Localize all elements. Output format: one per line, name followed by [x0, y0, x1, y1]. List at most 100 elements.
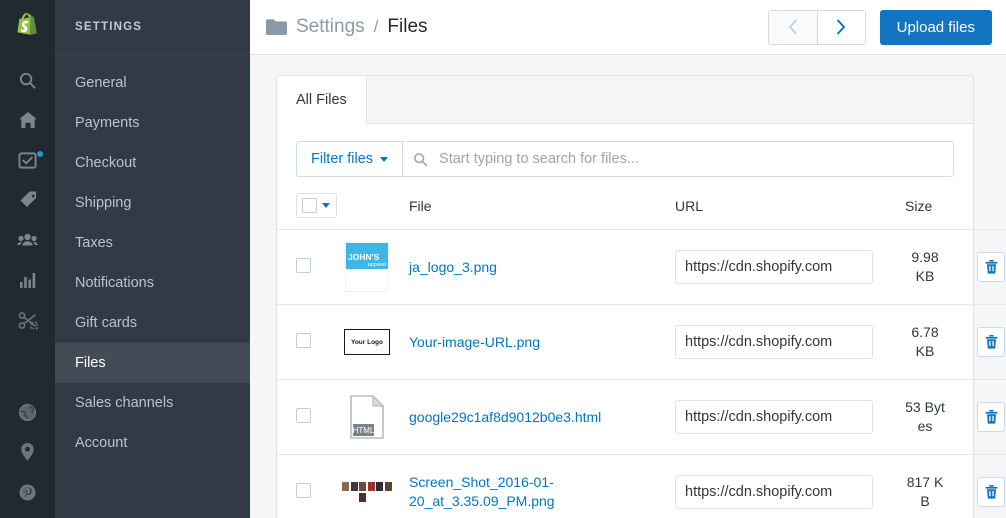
sidebar-item-notifications[interactable]: Notifications	[55, 263, 250, 303]
sidebar-item-label: General	[75, 75, 127, 91]
row-checkbox[interactable]	[296, 333, 311, 348]
row-select-cell	[277, 229, 341, 305]
table-row: Screen_Shot_2016-01-20_at_3.35.09_PM.png…	[277, 454, 1006, 518]
previous-page-button[interactable]	[768, 10, 817, 44]
customers-icon[interactable]	[0, 220, 55, 260]
chevron-down-icon[interactable]	[322, 203, 330, 208]
screenshot-preview-thumbnail	[341, 466, 393, 518]
sidebar-item-account[interactable]: Account	[55, 423, 250, 463]
file-link[interactable]: Your-image-URL.png	[409, 333, 540, 352]
upload-files-button[interactable]: Upload files	[879, 9, 992, 45]
sidebar-item-label: Shipping	[75, 195, 132, 211]
breadcrumb-parent[interactable]: Settings	[296, 16, 365, 38]
thumb-brand-text: Your Logo	[344, 329, 390, 355]
sidebar-title: SETTINGS	[55, 0, 250, 55]
rail-bottom-group	[0, 392, 55, 518]
row-url-cell	[675, 379, 905, 455]
row-thumbnail-cell: Your Logo	[341, 304, 409, 380]
row-filename-cell: google29c1af8d9012b0e3.html	[409, 379, 675, 455]
file-url-input[interactable]	[675, 400, 873, 434]
row-size-cell: 6.78 KB	[905, 304, 977, 380]
sidebar-item-label: Gift cards	[75, 315, 138, 331]
file-size: 53 Bytes	[905, 399, 945, 434]
table-row: HTML google29c1af8d9012b0e3.html https:/…	[277, 379, 1006, 455]
analytics-icon[interactable]	[0, 260, 55, 300]
trash-icon	[985, 410, 997, 424]
breadcrumb-separator: /	[373, 17, 379, 36]
online-store-globe-icon[interactable]	[0, 392, 55, 432]
sidebar-item-label: Taxes	[75, 235, 113, 251]
delete-file-button[interactable]	[977, 402, 1005, 432]
discounts-scissors-icon[interactable]	[0, 300, 55, 340]
delete-file-button[interactable]	[977, 252, 1005, 282]
sidebar-item-gift-cards[interactable]: Gift cards	[55, 303, 250, 343]
select-all-control[interactable]	[296, 193, 337, 218]
breadcrumb: Settings / Files	[266, 16, 428, 38]
trash-icon	[985, 335, 997, 349]
filter-files-label: Filter files	[311, 151, 374, 167]
search-icon	[413, 152, 428, 167]
size-column-header: Size	[905, 177, 977, 230]
filter-row: Filter files	[277, 124, 973, 177]
orders-notification-dot	[37, 151, 43, 157]
row-select-cell	[277, 454, 341, 518]
search-box[interactable]	[402, 141, 954, 177]
filter-files-button[interactable]: Filter files	[296, 141, 403, 177]
row-checkbox[interactable]	[296, 258, 311, 273]
file-size: 817 KB	[906, 474, 944, 509]
html-file-icon: HTML	[350, 395, 384, 439]
chevron-down-icon	[380, 156, 389, 162]
main-content: Settings / Files Upload files All Files …	[250, 0, 1006, 518]
file-url-input[interactable]	[675, 250, 873, 284]
delete-file-button[interactable]	[977, 477, 1005, 507]
select-all-checkbox[interactable]	[302, 198, 317, 213]
sidebar-item-taxes[interactable]: Taxes	[55, 223, 250, 263]
row-thumbnail-cell: JOHN'S apparel	[341, 229, 409, 305]
row-checkbox[interactable]	[296, 408, 311, 423]
home-icon[interactable]	[0, 100, 55, 140]
row-filename-cell: ja_logo_3.png	[409, 229, 675, 305]
file-link[interactable]: google29c1af8d9012b0e3.html	[409, 408, 601, 427]
tab-all-files[interactable]: All Files	[277, 76, 367, 124]
app-window: SETTINGS General Payments Checkout Shipp…	[0, 0, 1006, 518]
next-page-button[interactable]	[816, 10, 865, 44]
pinterest-icon[interactable]	[0, 472, 55, 512]
row-url-cell	[675, 304, 905, 380]
your-logo-placeholder-thumbnail: Your Logo	[341, 316, 393, 368]
table-row: JOHN'S apparel ja_logo_3.png https://cdn…	[277, 229, 1006, 305]
point-of-sale-pin-icon[interactable]	[0, 432, 55, 472]
row-checkbox[interactable]	[296, 483, 311, 498]
files-card: All Files Filter files Start typing to s…	[276, 75, 1006, 518]
row-delete-cell	[977, 379, 1006, 455]
file-link[interactable]: Screen_Shot_2016-01-20_at_3.35.09_PM.png	[409, 473, 675, 511]
sidebar-item-payments[interactable]: Payments	[55, 103, 250, 143]
sidebar-item-general[interactable]: General	[55, 63, 250, 103]
global-icon-rail	[0, 0, 55, 518]
orders-icon[interactable]	[0, 140, 55, 180]
content-area: All Files Filter files Start typing to s…	[250, 55, 1006, 518]
delete-file-button[interactable]	[977, 327, 1005, 357]
products-tag-icon[interactable]	[0, 180, 55, 220]
row-size-cell: 9.98 KB	[905, 229, 977, 305]
folder-icon	[266, 19, 287, 35]
row-select-cell	[277, 379, 341, 455]
sidebar-item-files[interactable]: Files	[55, 343, 250, 383]
file-url-input[interactable]	[675, 325, 873, 359]
row-url-cell	[675, 454, 905, 518]
file-link[interactable]: ja_logo_3.png	[409, 258, 497, 277]
sidebar-item-shipping[interactable]: Shipping	[55, 183, 250, 223]
sidebar-item-label: Payments	[75, 115, 140, 131]
search-input[interactable]	[437, 150, 943, 168]
html-file-icon-thumbnail: HTML	[341, 391, 393, 443]
file-url-input[interactable]	[675, 475, 873, 509]
sidebar-item-label: Account	[75, 435, 128, 451]
search-icon[interactable]	[0, 60, 55, 100]
delete-column-header	[977, 177, 1006, 230]
sidebar-item-sales-channels[interactable]: Sales channels	[55, 383, 250, 423]
sidebar-item-checkout[interactable]: Checkout	[55, 143, 250, 183]
tab-bar: All Files	[277, 76, 973, 124]
shopify-logo[interactable]	[0, 0, 55, 55]
thumb-brand-text: JOHN'S	[348, 252, 380, 262]
files-table: File URL Size JOHN'S apparel ja_logo_3.p…	[277, 177, 1006, 518]
files-table-head: File URL Size	[277, 177, 1006, 230]
